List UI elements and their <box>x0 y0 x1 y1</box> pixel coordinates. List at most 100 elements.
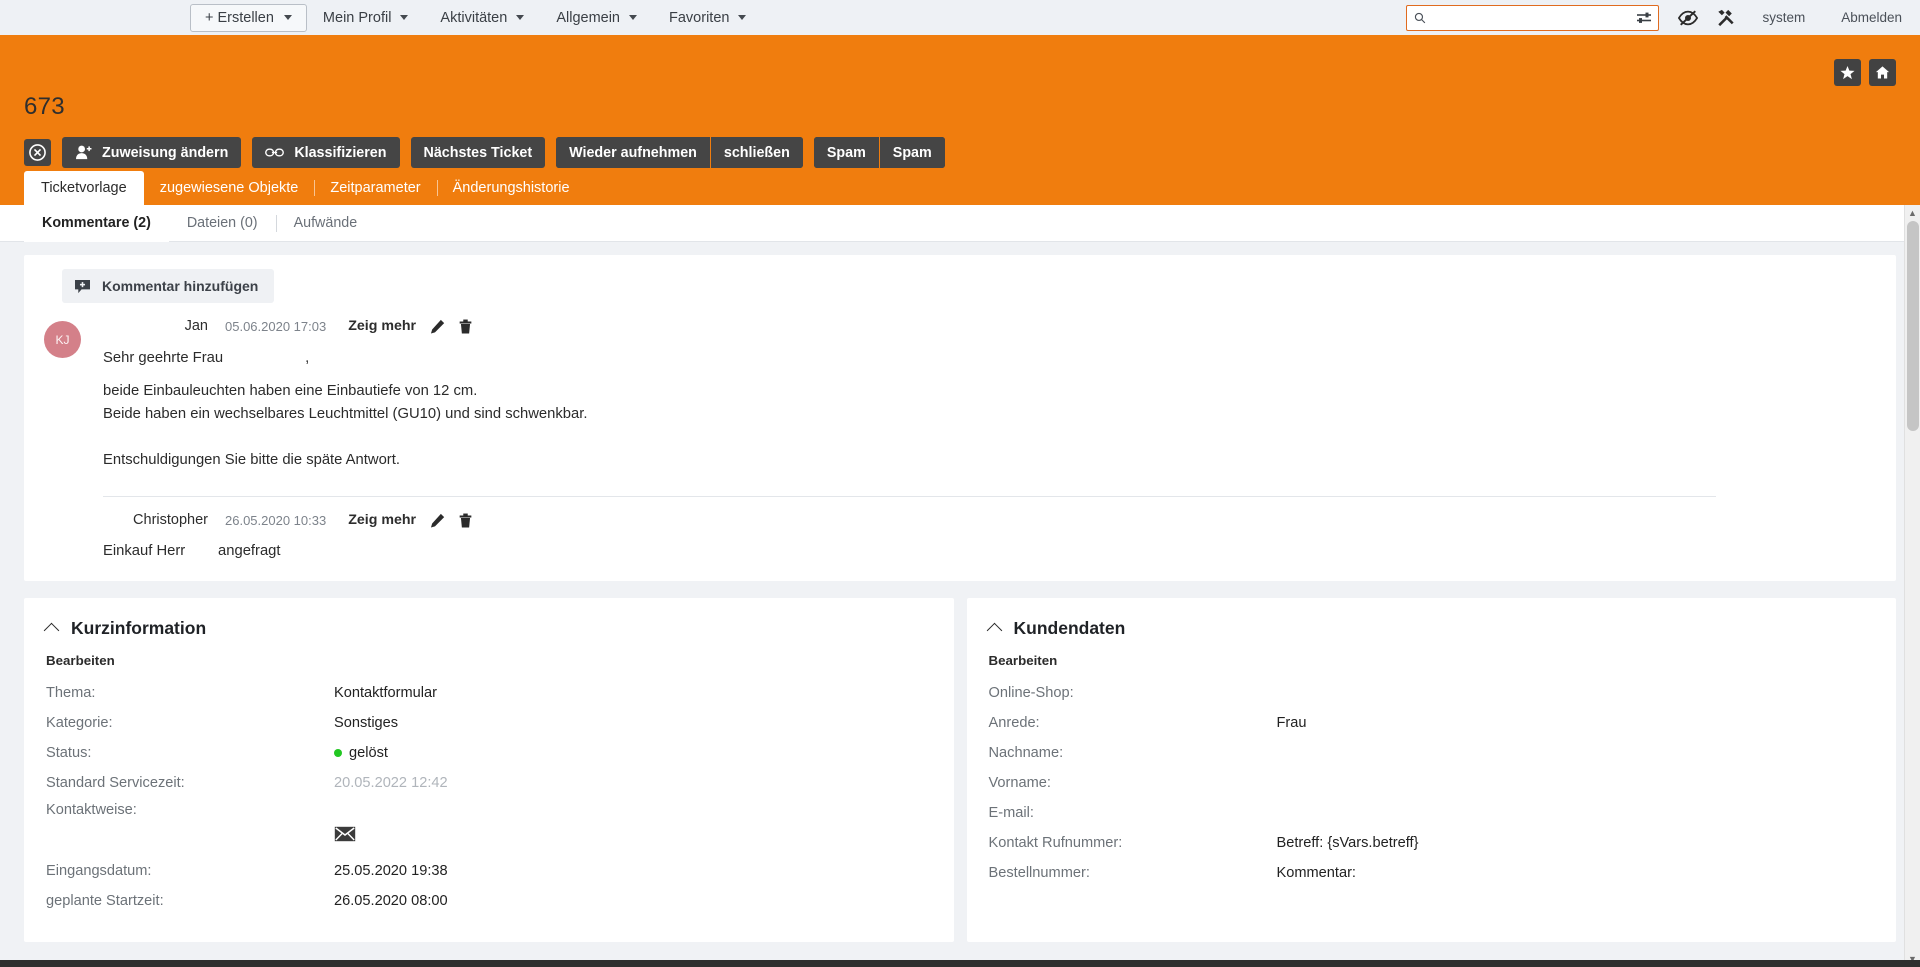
comment-meta: Christopher 26.05.2020 10:33 Zeig mehr <box>103 509 1876 531</box>
scroll-up-icon[interactable]: ▲ <box>1905 205 1920 221</box>
tools-icon[interactable] <box>1707 9 1744 27</box>
subtab-aufwaende[interactable]: Aufwände <box>275 205 376 242</box>
show-more-link[interactable]: Zeig mehr <box>348 512 416 528</box>
nav-item-aktivitaeten[interactable]: Aktivitäten <box>424 4 540 32</box>
kurzinformation-edit-link[interactable]: Bearbeiten <box>46 653 932 668</box>
chevron-down-icon <box>400 15 409 20</box>
field-value: 20.05.2022 12:42 <box>334 775 448 791</box>
subtab-kommentare[interactable]: Kommentare (2) <box>24 205 169 242</box>
resume-button-label: Wieder aufnehmen <box>569 144 697 161</box>
envelope-icon[interactable] <box>334 826 356 856</box>
ticket-tab-strip: Ticketvorlage zugewiesene Objekte Zeitpa… <box>24 171 1896 205</box>
subtab-label: Kommentare (2) <box>42 214 151 231</box>
nav-item-favoriten[interactable]: Favoriten <box>653 4 762 32</box>
search-input[interactable] <box>1413 9 1637 26</box>
top-nav-menu-group: + Erstellen Mein Profil Aktivitäten Allg… <box>190 3 762 32</box>
trash-icon[interactable] <box>459 319 472 334</box>
tab-aenderungshistorie[interactable]: Änderungshistorie <box>436 171 586 205</box>
home-icon[interactable] <box>1869 59 1896 86</box>
star-icon[interactable] <box>1834 59 1861 86</box>
field-label: E-mail: <box>988 805 1034 821</box>
tab-label: Zeitparameter <box>330 180 421 196</box>
spam-button-1-label: Spam <box>826 144 866 161</box>
scrollbar-thumb[interactable] <box>1907 221 1919 431</box>
field-label: Thema: <box>46 685 96 701</box>
spam-button-group: Spam Spam <box>813 137 945 168</box>
status-dot-icon <box>334 749 342 758</box>
close-ticket-icon-button[interactable] <box>24 139 51 166</box>
field-online-shop: Online-Shop: <box>989 678 1875 708</box>
nav-item-mein-profil[interactable]: Mein Profil <box>307 4 425 32</box>
resume-button[interactable]: Wieder aufnehmen <box>556 137 710 168</box>
add-comment-button[interactable]: Kommentar hinzufügen <box>62 269 275 303</box>
nav-label: Allgemein <box>556 9 620 26</box>
search-box[interactable] <box>1406 4 1660 31</box>
tab-label: Ticketvorlage <box>41 180 127 196</box>
top-navigation-bar: + Erstellen Mein Profil Aktivitäten Allg… <box>0 0 1920 35</box>
filter-sliders-icon[interactable] <box>1636 11 1652 25</box>
field-kontakt-rufnummer: Kontakt Rufnummer: Betreff: {sVars.betre… <box>989 828 1875 858</box>
trash-icon[interactable] <box>459 513 472 528</box>
link-chain-icon <box>265 147 285 158</box>
close-button-label: schließen <box>723 144 790 161</box>
ticket-header: 673 Zuweisung ändern Klassifizieren Näch… <box>0 35 1920 205</box>
comment-item: Christopher 26.05.2020 10:33 Zeig mehr E… <box>44 497 1876 559</box>
logout-link[interactable]: Abmelden <box>1823 10 1908 25</box>
field-bestellnummer: Bestellnummer: Kommentar: <box>989 858 1875 888</box>
create-button[interactable]: + Erstellen <box>190 3 307 32</box>
chevron-down-icon <box>283 15 292 20</box>
vertical-scrollbar[interactable]: ▲ ▼ <box>1904 205 1920 967</box>
chevron-down-icon <box>516 15 525 20</box>
field-kontaktweise: Kontaktweise: <box>46 798 932 822</box>
comment-key-value-row: Einkauf Herr angefragt <box>103 543 1876 559</box>
field-nachname: Nachname: <box>989 738 1875 768</box>
tab-ticketvorlage[interactable]: Ticketvorlage <box>24 171 144 205</box>
kundendaten-edit-link[interactable]: Bearbeiten <box>989 653 1875 668</box>
comment-author: Christopher <box>133 512 208 528</box>
kurzinformation-title-row: Kurzinformation <box>43 618 932 639</box>
tab-zugewiesene-objekte[interactable]: zugewiesene Objekte <box>144 171 315 205</box>
comment-plus-icon <box>74 279 91 294</box>
tab-zeitparameter[interactable]: Zeitparameter <box>314 171 436 205</box>
status-badge: gelöst <box>334 738 388 768</box>
field-eingangsdatum: Eingangsdatum: 25.05.2020 19:38 <box>46 856 932 886</box>
comment-timestamp: 26.05.2020 10:33 <box>225 512 327 528</box>
next-ticket-button[interactable]: Nächstes Ticket <box>410 137 546 168</box>
field-kontaktweise-value <box>46 822 932 856</box>
comment-sub-tab-bar: Kommentare (2) Dateien (0) Aufwände <box>0 205 1920 242</box>
subtab-label: Aufwände <box>293 214 358 231</box>
spam-button-2[interactable]: Spam <box>878 137 945 168</box>
nav-label: Mein Profil <box>322 9 392 26</box>
pencil-icon[interactable] <box>430 513 445 528</box>
field-label: Standard Servicezeit: <box>46 775 185 791</box>
reassign-button-label: Zuweisung ändern <box>102 144 229 161</box>
field-value: Kontaktformular <box>334 685 438 701</box>
kurzinformation-panel: Kurzinformation Bearbeiten Thema: Kontak… <box>24 598 954 942</box>
classify-button[interactable]: Klassifizieren <box>252 137 400 168</box>
subtab-dateien[interactable]: Dateien (0) <box>169 205 276 242</box>
info-panels-row: Kurzinformation Bearbeiten Thema: Kontak… <box>24 598 1896 942</box>
eye-slash-icon[interactable] <box>1669 9 1707 26</box>
avatar-placeholder <box>44 509 81 559</box>
chevron-up-icon[interactable] <box>986 622 1002 639</box>
current-user-label[interactable]: system <box>1744 10 1823 25</box>
kundendaten-title: Kundendaten <box>1013 618 1126 638</box>
ticket-action-toolbar: Zuweisung ändern Klassifizieren Nächstes… <box>24 137 1896 168</box>
chevron-down-icon <box>629 15 637 20</box>
pencil-icon[interactable] <box>430 319 445 334</box>
page-title: 673 <box>24 93 65 120</box>
reassign-button[interactable]: Zuweisung ändern <box>62 137 242 168</box>
field-standard-servicezeit: Standard Servicezeit: 20.05.2022 12:42 <box>46 768 932 798</box>
user-plus-icon <box>75 145 92 160</box>
chevron-up-icon[interactable] <box>43 622 60 639</box>
tab-label: Änderungshistorie <box>452 180 570 196</box>
show-more-link[interactable]: Zeig mehr <box>348 318 416 334</box>
close-button[interactable]: schließen <box>709 137 803 168</box>
spam-button-1[interactable]: Spam <box>813 137 879 168</box>
field-label: geplante Startzeit: <box>46 893 164 909</box>
field-thema: Thema: Kontaktformular <box>46 678 932 708</box>
kundendaten-panel: Kundendaten Bearbeiten Online-Shop: Anre… <box>966 598 1896 942</box>
field-value: 26.05.2020 08:00 <box>334 893 448 909</box>
nav-item-allgemein[interactable]: Allgemein <box>540 4 653 32</box>
field-value: Kommentar: <box>1276 865 1356 881</box>
